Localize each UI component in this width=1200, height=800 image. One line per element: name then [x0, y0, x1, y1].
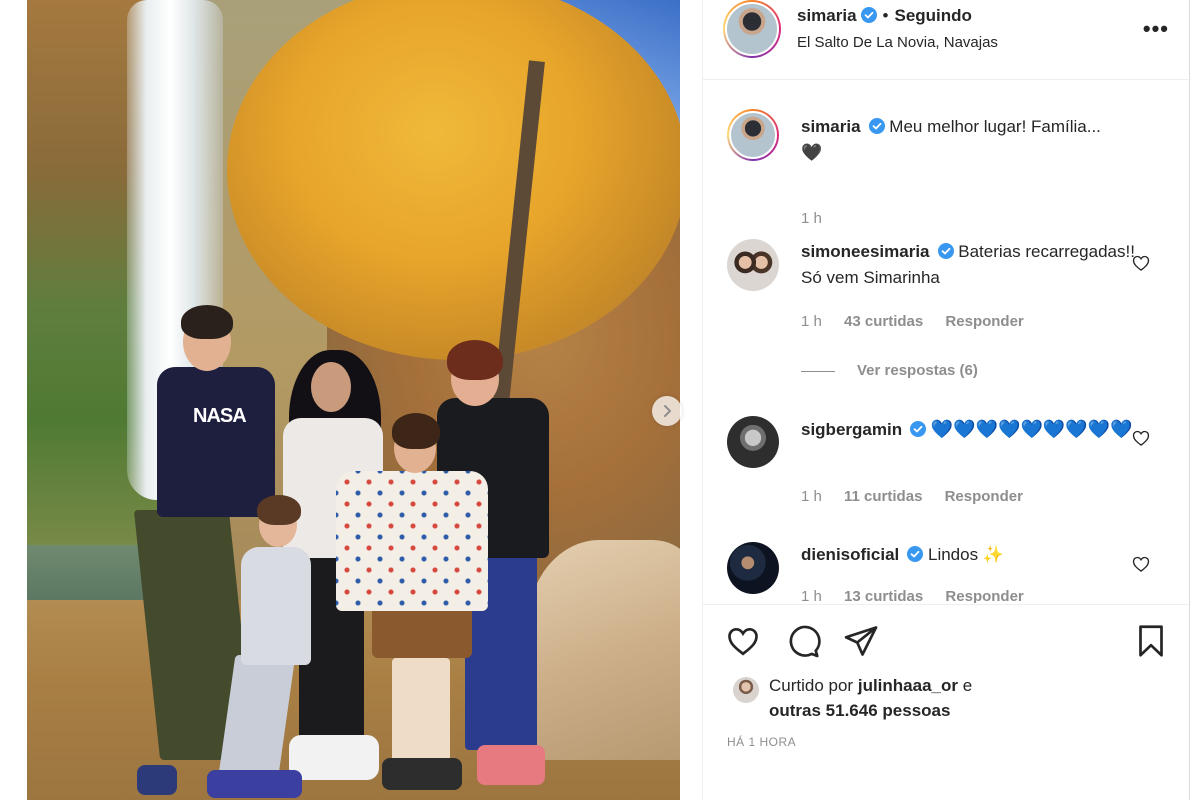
author-avatar[interactable]: [723, 0, 781, 58]
comment-text: Lindos ✨: [927, 545, 1004, 564]
comment-time[interactable]: 1 h: [801, 588, 822, 603]
reply-button[interactable]: Responder: [945, 313, 1023, 330]
comment-likes[interactable]: 43 curtidas: [844, 313, 923, 330]
liked-suffix: e: [962, 676, 973, 695]
more-dots-icon[interactable]: •••: [1143, 16, 1169, 42]
commenter-avatar[interactable]: [727, 239, 779, 291]
comment-meta: 1 h 43 curtidas Responder: [801, 313, 1042, 330]
comment-username[interactable]: simoneesimaria: [801, 242, 930, 261]
verified-badge-icon: [910, 421, 927, 437]
comment-likes[interactable]: 13 curtidas: [844, 588, 923, 603]
comments-list[interactable]: simaria Meu melhor lugar! Família... 🖤 1…: [703, 81, 1191, 603]
comment-text-block: simoneesimaria Baterias recarregadas!! S…: [801, 239, 1141, 291]
verified-badge-icon: [907, 546, 924, 562]
caption-username[interactable]: simaria: [801, 117, 861, 136]
view-replies-button[interactable]: Ver respostas (6): [801, 362, 978, 379]
follow-status-button[interactable]: Seguindo: [895, 6, 972, 25]
caption-emoji: 🖤: [801, 143, 823, 162]
caption-text-block: simaria Meu melhor lugar! Família... 🖤: [801, 114, 1141, 166]
reply-button[interactable]: Responder: [945, 588, 1023, 603]
post-header: simaria • Seguindo El Salto De La Novia, N…: [703, 0, 1191, 80]
post-location[interactable]: El Salto De La Novia, Navajas: [797, 34, 998, 51]
next-photo-button[interactable]: [652, 396, 682, 426]
photo-person-boy: [207, 495, 317, 800]
reply-button[interactable]: Responder: [945, 488, 1023, 505]
caption-text: Meu melhor lugar! Família...: [889, 117, 1101, 136]
commenter-avatar[interactable]: [727, 416, 779, 468]
instagram-post-view: NASA simaria • Seguindo El Salto De La N…: [0, 0, 1200, 800]
comment-text-block: sigbergamin 💙💙💙💙💙💙💙💙💙: [801, 416, 1141, 443]
comment-text-block: dienisoficial Lindos ✨: [801, 542, 1141, 568]
paper-plane-icon[interactable]: [843, 623, 879, 659]
bookmark-icon[interactable]: [1133, 623, 1169, 659]
separator-dot: •: [882, 6, 889, 25]
comment-username[interactable]: dienisoficial: [801, 545, 899, 564]
replies-divider: [801, 370, 835, 372]
liked-prefix: Curtido por: [769, 676, 854, 695]
view-replies-label: Ver respostas (6): [857, 362, 978, 379]
heart-outline-icon[interactable]: [1131, 554, 1151, 574]
liked-by-text: Curtido por julinhaaa_or e outras 51.646…: [769, 673, 972, 723]
author-username[interactable]: simaria: [797, 6, 857, 25]
comment-likes[interactable]: 11 curtidas: [844, 488, 922, 505]
liked-user[interactable]: julinhaaa_or: [858, 676, 958, 695]
photo-person-girl: [332, 413, 492, 800]
comment-meta: 1 h 11 curtidas Responder: [801, 488, 1041, 505]
chevron-right-icon: [664, 405, 671, 417]
post-photo[interactable]: NASA: [27, 0, 680, 800]
speech-bubble-icon[interactable]: [785, 623, 821, 659]
heart-outline-icon[interactable]: [1131, 253, 1151, 273]
post-side-panel: simaria • Seguindo El Salto De La Novia, N…: [702, 0, 1191, 800]
caption-avatar[interactable]: [727, 109, 779, 161]
liker-avatar[interactable]: [733, 677, 759, 703]
caption-time[interactable]: 1 h: [801, 210, 822, 227]
caption-meta: 1 h: [801, 210, 840, 227]
post-actions: Curtido por julinhaaa_or e outras 51.646…: [703, 604, 1191, 800]
verified-badge-icon: [937, 243, 954, 259]
verified-badge-icon: [868, 118, 885, 134]
comment-meta: 1 h 13 curtidas Responder: [801, 588, 1042, 603]
commenter-avatar[interactable]: [727, 542, 779, 594]
shirt-logo-text: NASA: [193, 405, 247, 427]
comment-username[interactable]: sigbergamin: [801, 420, 902, 439]
verified-badge-icon: [860, 7, 877, 23]
liked-others[interactable]: outras 51.646 pessoas: [769, 701, 950, 720]
heart-outline-icon[interactable]: [1131, 428, 1151, 448]
post-timestamp[interactable]: HÁ 1 HORA: [727, 735, 796, 749]
heart-outline-icon[interactable]: [725, 623, 761, 659]
comment-time[interactable]: 1 h: [801, 313, 822, 330]
comment-time[interactable]: 1 h: [801, 488, 822, 505]
author-line: simaria • Seguindo: [797, 6, 972, 26]
comment-text: 💙💙💙💙💙💙💙💙💙: [930, 419, 1133, 439]
